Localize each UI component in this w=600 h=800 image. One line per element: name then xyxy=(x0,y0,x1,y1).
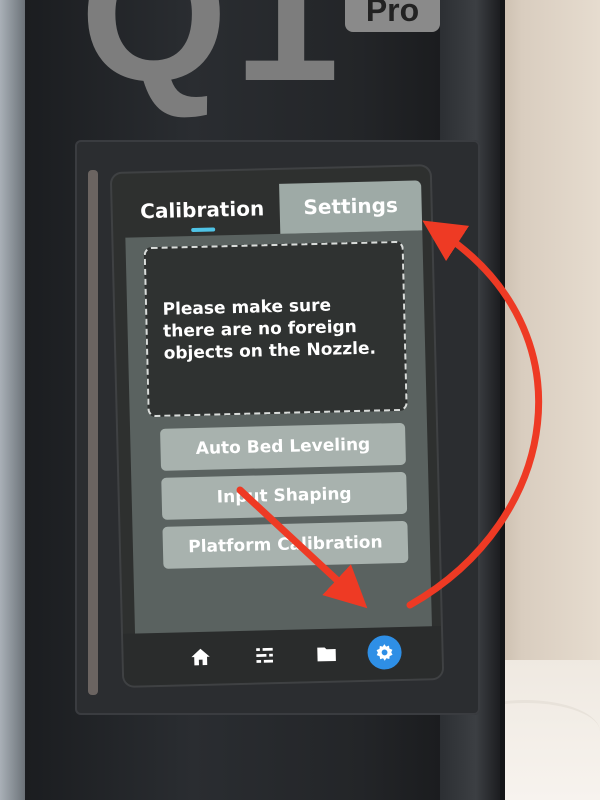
diagonal-arrow xyxy=(236,486,368,609)
curved-arrow xyxy=(406,220,543,609)
annotation-arrows xyxy=(236,220,543,609)
